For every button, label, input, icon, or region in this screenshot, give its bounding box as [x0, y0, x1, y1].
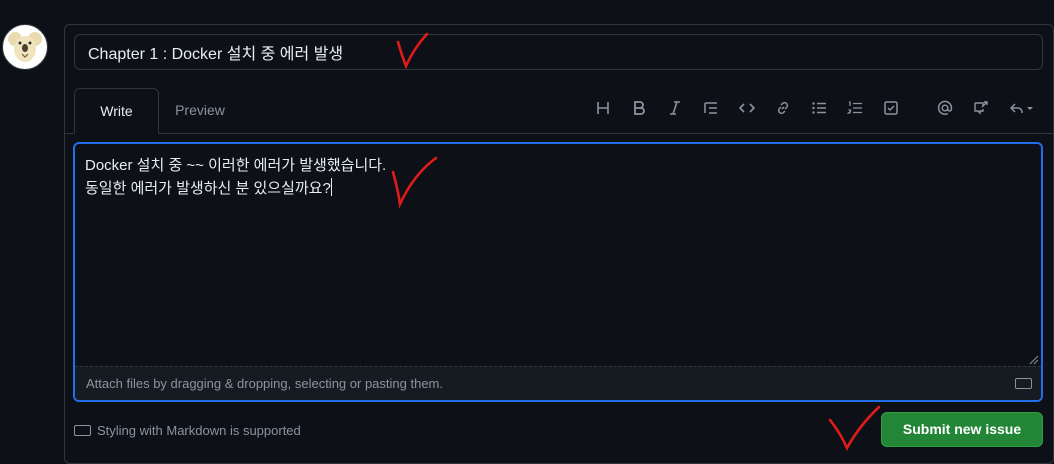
bold-icon[interactable]: [627, 96, 651, 120]
markdown-note[interactable]: Styling with Markdown is supported: [74, 423, 301, 438]
attach-hint: Attach files by dragging & dropping, sel…: [86, 376, 443, 391]
tab-preview[interactable]: Preview: [161, 88, 239, 133]
text-cursor: [330, 178, 332, 196]
task-list-icon[interactable]: [879, 96, 903, 120]
attach-files-bar[interactable]: Attach files by dragging & dropping, sel…: [75, 366, 1041, 400]
reference-icon[interactable]: [969, 96, 993, 120]
body-line-2: 동일한 에러가 발생하신 분 있으실까요?: [85, 180, 331, 197]
ordered-list-icon[interactable]: [843, 96, 867, 120]
mention-icon[interactable]: [933, 96, 957, 120]
issue-body-editor[interactable]: Docker 설치 중 ~~ 이러한 에러가 발생했습니다. 동일한 에러가 발…: [73, 142, 1043, 402]
italic-icon[interactable]: [663, 96, 687, 120]
markdown-icon: [74, 425, 91, 436]
resize-handle[interactable]: [1029, 352, 1039, 365]
link-icon[interactable]: [771, 96, 795, 120]
editor-tabbar: Write Preview: [65, 88, 1053, 134]
undo-icon[interactable]: [1005, 96, 1039, 120]
heading-icon[interactable]: [591, 96, 615, 120]
quote-icon[interactable]: [699, 96, 723, 120]
code-icon[interactable]: [735, 96, 759, 120]
issue-body-textarea[interactable]: Docker 설치 중 ~~ 이러한 에러가 발생했습니다. 동일한 에러가 발…: [85, 154, 1025, 364]
submit-new-issue-button[interactable]: Submit new issue: [881, 412, 1043, 447]
markdown-icon: [1015, 378, 1032, 389]
markdown-note-label: Styling with Markdown is supported: [97, 423, 301, 438]
unordered-list-icon[interactable]: [807, 96, 831, 120]
avatar[interactable]: [2, 24, 48, 70]
koala-avatar-icon: [8, 32, 42, 62]
issue-title-input[interactable]: [74, 34, 1043, 70]
tab-write[interactable]: Write: [74, 88, 159, 134]
body-line-1: Docker 설치 중 ~~ 이러한 에러가 발생했습니다.: [85, 157, 387, 174]
